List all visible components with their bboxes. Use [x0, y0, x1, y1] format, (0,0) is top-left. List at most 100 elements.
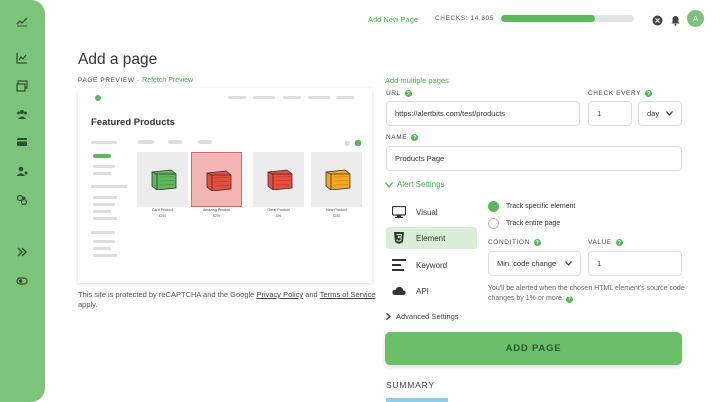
team-icon[interactable] — [15, 108, 29, 120]
checks-progress-fill — [501, 15, 596, 22]
value-label-text: VALUE — [588, 239, 612, 246]
radio-selected[interactable] — [488, 201, 499, 212]
recaptcha-prefix: This site is protected by reCAPTCHA and … — [78, 290, 255, 299]
preview-toolbar-line — [198, 140, 212, 144]
summary-preview-bar — [386, 398, 448, 402]
check-every-input[interactable] — [588, 101, 632, 126]
preview-product-name: Great Product — [267, 208, 290, 212]
condition-select[interactable]: Min. code change — [488, 251, 581, 276]
value-label: VALUE ? — [588, 239, 623, 246]
alert-type-visual[interactable]: Visual — [386, 201, 477, 223]
preview-product-card[interactable] — [311, 152, 362, 207]
preview-nav-line — [253, 96, 275, 99]
preview-filter-line — [93, 217, 117, 220]
condition-label-text: CONDITION — [488, 239, 530, 246]
add-page-button[interactable]: ADD PAGE — [385, 332, 682, 365]
monitor-icon — [392, 206, 406, 218]
condition-label: CONDITION ? — [488, 239, 541, 246]
page-preview[interactable]: Featured Products Card Product $165 Amazin… — [78, 88, 372, 283]
checks-counter: CHECKS: 14,805 — [435, 15, 494, 22]
preview-toolbar-line — [168, 140, 182, 144]
chevron-down-icon — [565, 261, 572, 266]
name-input[interactable] — [386, 146, 682, 171]
name-help-icon[interactable]: ? — [411, 134, 419, 141]
close-circle-icon[interactable] — [652, 13, 663, 26]
preview-filter-line — [93, 210, 111, 213]
value-help-icon[interactable]: ? — [615, 239, 623, 246]
preview-filter-line — [93, 240, 115, 243]
chevron-right-icon — [386, 313, 391, 320]
preview-nav-line — [308, 96, 330, 99]
preview-product-card[interactable] — [253, 152, 304, 207]
preview-label-text: PAGE PREVIEW — [78, 77, 135, 84]
alert-settings-toggle[interactable]: Alert Settings — [385, 180, 445, 189]
hint-help-icon[interactable]: ? — [565, 295, 573, 303]
preview-logo-dot — [95, 95, 101, 101]
preview-product-card[interactable] — [191, 152, 242, 207]
bell-icon[interactable] — [670, 13, 681, 26]
privacy-policy-link[interactable]: Privacy Policy — [256, 290, 303, 299]
html5-icon — [394, 232, 404, 244]
alertbits-logo-icon[interactable] — [15, 16, 29, 28]
advanced-settings-toggle[interactable]: Advanced Settings — [386, 312, 459, 321]
expand-icon[interactable] — [15, 246, 29, 258]
billing-icon[interactable] — [15, 136, 29, 148]
radio-unselected[interactable] — [488, 218, 499, 229]
add-new-page-link[interactable]: Add New Page — [368, 15, 418, 24]
preview-nav-line — [283, 96, 301, 99]
preview-filter-line — [93, 203, 115, 206]
recaptcha-suffix: apply. — [78, 300, 98, 309]
track-specific-option[interactable]: Track specific element — [488, 201, 575, 212]
check-every-label: CHECK EVERY ? — [588, 90, 653, 97]
recaptcha-and: and — [305, 290, 318, 299]
user-settings-icon[interactable] — [15, 165, 29, 177]
check-every-unit-select[interactable]: day — [638, 101, 682, 126]
preview-heading: Featured Products — [91, 117, 175, 128]
url-label: URL ? — [386, 90, 412, 97]
preview-product-name: Card Product — [151, 208, 174, 212]
avatar[interactable]: A — [687, 10, 704, 27]
refetch-preview-link[interactable]: Refetch Preview — [142, 77, 193, 84]
track-specific-label: Track specific element — [506, 203, 576, 210]
monitors-icon[interactable] — [15, 80, 29, 92]
add-multiple-pages-link[interactable]: Add multiple pages — [385, 76, 449, 85]
preview-filter-line — [93, 165, 115, 168]
alert-type-keyword[interactable]: Keyword — [386, 254, 477, 276]
track-entire-label: Track entire page — [506, 220, 561, 227]
preview-product-price: $299 — [212, 214, 221, 218]
value-input[interactable] — [588, 251, 682, 276]
preview-label: PAGE PREVIEW - Refetch Preview — [78, 77, 193, 84]
page-title: Add a page — [78, 51, 158, 68]
preview-toolbar-line — [138, 140, 154, 144]
preview-filter-active — [93, 154, 111, 158]
condition-help-icon[interactable]: ? — [533, 239, 541, 246]
integrations-icon[interactable] — [15, 194, 29, 206]
alert-settings-label: Alert Settings — [397, 180, 445, 189]
preview-grid-toggle-active — [355, 140, 361, 146]
product-box-icon — [267, 169, 293, 190]
track-entire-option[interactable]: Track entire page — [488, 218, 560, 229]
check-every-label-text: CHECK EVERY — [588, 90, 642, 97]
check-every-help-icon[interactable]: ? — [645, 90, 653, 97]
toggle-icon[interactable] — [15, 275, 29, 287]
url-input[interactable] — [386, 101, 580, 126]
alert-type-api[interactable]: API — [386, 280, 477, 302]
product-box-icon — [151, 169, 177, 190]
preview-product-price: $185 — [332, 214, 341, 218]
terms-of-service-link[interactable]: Terms of Service — [320, 290, 376, 299]
url-help-icon[interactable]: ? — [404, 90, 412, 97]
preview-filter-line — [93, 196, 117, 199]
checks-progress-bar — [501, 15, 634, 22]
preview-filter-line — [93, 247, 111, 250]
chart-icon[interactable] — [15, 52, 29, 64]
url-label-text: URL — [386, 90, 401, 97]
keyword-icon — [392, 259, 406, 271]
preview-product-card[interactable] — [137, 152, 188, 207]
alert-type-element[interactable]: Element — [386, 227, 477, 249]
chevron-down-icon — [385, 181, 393, 188]
alert-hint: You'll be alerted when the chosen HTML e… — [488, 284, 698, 304]
chevron-down-icon — [666, 111, 673, 116]
name-label: NAME ? — [386, 134, 419, 141]
preview-nav-line — [336, 96, 354, 99]
preview-separator: - — [136, 77, 140, 84]
